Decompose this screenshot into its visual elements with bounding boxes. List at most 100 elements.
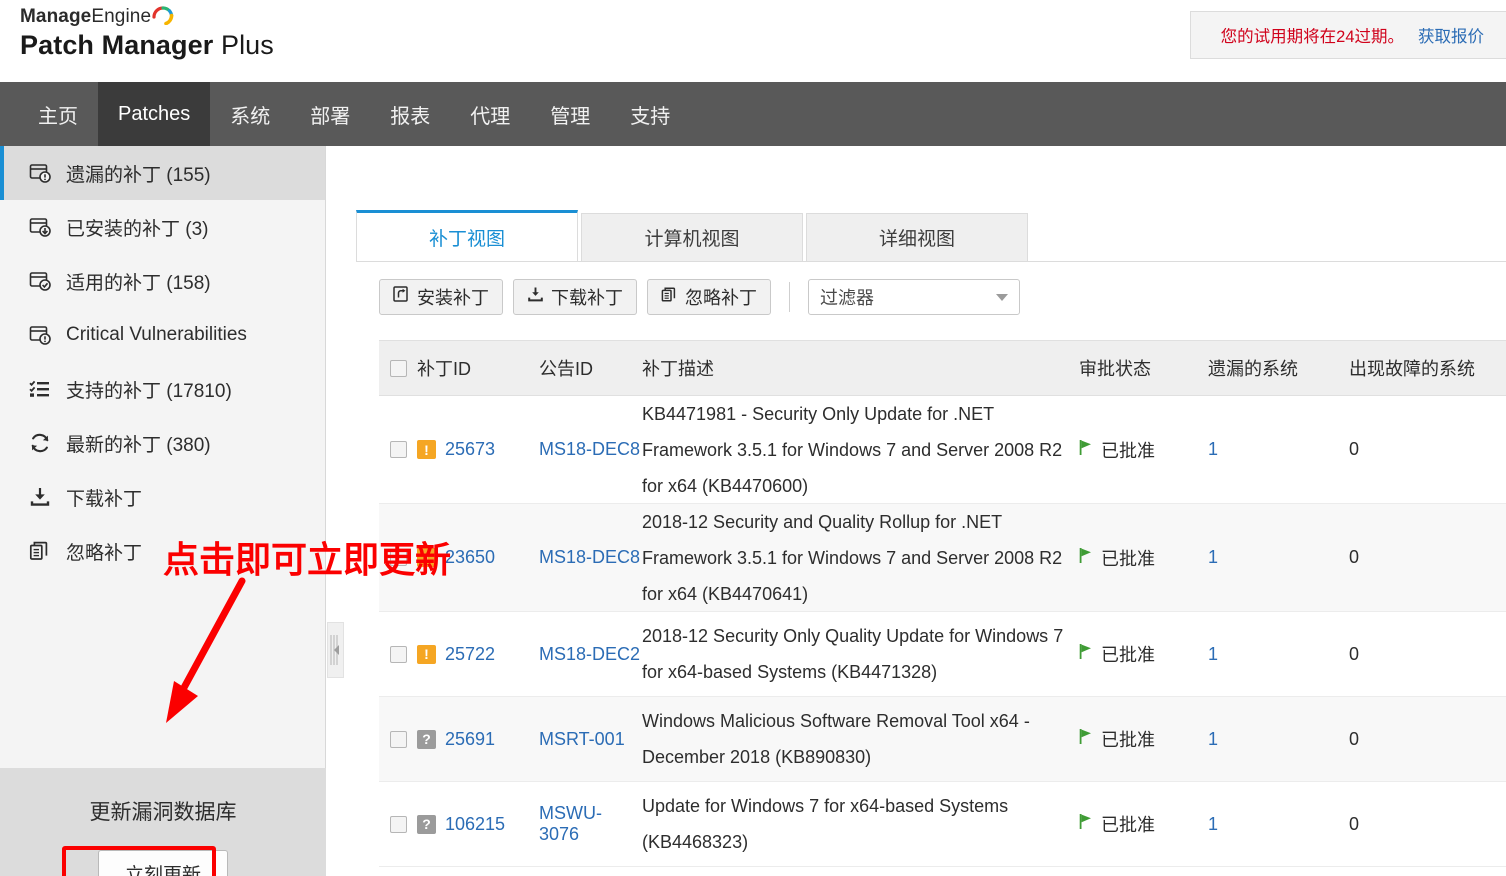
select-all-checkbox[interactable] [389,359,407,377]
window-check-icon [28,269,52,293]
sidebar-item-label: 支持的补丁 (17810) [66,380,232,402]
trial-message: 您的试用期将在24过期。 [1220,28,1404,46]
annotation-text: 点击即可立即更新 [163,539,452,580]
patch-id-link[interactable]: 25691 [445,729,495,750]
vendor-name-bold: Manage [20,6,92,27]
main-navbar: 主页 Patches 系统 部署 报表 代理 管理 支持 [0,82,1506,146]
missing-systems-link[interactable]: 1 [1208,644,1218,664]
missing-systems-link[interactable]: 1 [1208,814,1218,834]
tab-patch-view[interactable]: 补丁视图 [356,210,578,261]
sidebar-item-latest-patches[interactable]: 最新的补丁 (380) [0,416,325,470]
failed-systems-count: 0 [1349,547,1360,567]
download-patch-button[interactable]: 下载补丁 [513,279,637,315]
bulletin-id-link[interactable]: MS18-DEC8 [539,547,640,567]
patch-id-link[interactable]: 23650 [445,547,495,568]
nav-item-admin[interactable]: 管理 [530,82,610,146]
bulletin-id-link[interactable]: MS18-DEC2 [539,644,640,664]
download-patch-label: 下载补丁 [551,288,623,308]
nav-item-agent[interactable]: 代理 [450,82,530,146]
product-name: Patch Manager Plus [20,29,274,62]
missing-systems-link[interactable]: 1 [1208,547,1218,567]
approved-flag-icon [1079,547,1094,569]
failed-systems-count: 0 [1349,728,1360,749]
tab-computer-view[interactable]: 计算机视图 [581,213,803,261]
failed-systems-count: 0 [1349,439,1360,459]
nav-item-reports[interactable]: 报表 [370,82,450,146]
nav-item-patches[interactable]: Patches [98,82,211,146]
tabs-divider [356,261,1506,262]
severity-warning-icon: ! [417,440,436,459]
patch-description: Update for Windows 7 for x64-based Syste… [642,796,1009,852]
tab-detailed-view[interactable]: 详细视图 [806,213,1028,261]
patch-toolbar: 安装补丁 下载补丁 忽略补丁 过滤器 [379,279,1020,315]
bulletin-id-link[interactable]: MSWU-3076 [539,803,602,844]
nav-item-deployment[interactable]: 部署 [290,82,370,146]
refresh-icon [28,431,52,455]
table-row[interactable]: ? 25691 MSRT-001 Windows Malicious Softwa… [379,697,1506,782]
severity-unknown-icon: ? [417,814,436,834]
decline-patch-label: 忽略补丁 [685,288,757,308]
row-checkbox[interactable] [389,441,407,458]
table-row[interactable]: ? 106215 MSWU-3076 Update for Windows 7 f… [379,782,1506,867]
failed-systems-count: 0 [1349,643,1360,664]
approval-status-text: 已批准 [1101,730,1155,750]
table-row[interactable]: ! 25673 MS18-DEC8 KB4471981 - Security On… [379,396,1506,504]
update-now-button[interactable]: 立刻更新 [97,850,228,876]
get-quote-link[interactable]: 获取报价 [1418,23,1484,47]
missing-systems-link[interactable]: 1 [1208,729,1218,749]
sidebar-item-missing-patches[interactable]: 遗漏的补丁 (155) [0,146,325,200]
approved-flag-icon [1079,813,1094,835]
vulnerability-db-update-panel: 更新漏洞数据库 立刻更新 上次更新时间： 十二月 24, 2018 12:53 … [0,768,326,876]
sidebar-item-label: 适用的补丁 (158) [66,272,211,294]
vendor-name-light: Engine [91,6,152,27]
download-icon [28,485,52,509]
product-logo: ManageEngine Patch Manager Plus [20,6,274,62]
left-sidebar: 遗漏的补丁 (155) 已安装的补丁 (3) 适用的补丁 (158) Criti… [0,146,326,876]
filter-dropdown-label: 过滤器 [820,288,874,308]
patch-id-link[interactable]: 106215 [445,814,505,835]
sidebar-item-supported-patches[interactable]: 支持的补丁 (17810) [0,362,325,416]
table-row[interactable]: ! 23650 MS18-DEC8 2018-12 Security and Qu… [379,504,1506,612]
column-header-failed-systems: 出现故障的系统 [1349,359,1475,379]
bulletin-id-link[interactable]: MSRT-001 [539,729,625,749]
sidebar-item-critical-vulnerabilities[interactable]: Critical Vulnerabilities [0,308,325,362]
row-checkbox[interactable] [389,730,407,748]
vendor-name: ManageEngine [20,6,274,28]
row-checkbox[interactable] [389,645,407,663]
main-content: 补丁视图 计算机视图 详细视图 安装补丁 下载补丁 忽略补丁 过滤器 补丁ID … [345,146,1506,876]
patch-id-link[interactable]: 25722 [445,644,495,665]
bulletin-id-link[interactable]: MS18-DEC8 [539,439,640,459]
install-patch-label: 安装补丁 [417,288,489,308]
approved-flag-icon [1079,728,1094,750]
filter-dropdown[interactable]: 过滤器 [808,279,1020,315]
sidebar-item-label: Critical Vulnerabilities [66,324,247,345]
sidebar-item-label: 忽略补丁 [66,542,143,564]
nav-item-systems[interactable]: 系统 [210,82,290,146]
sidebar-item-applicable-patches[interactable]: 适用的补丁 (158) [0,254,325,308]
approval-status-text: 已批准 [1101,815,1155,835]
window-alert-icon [28,323,52,347]
nav-item-home[interactable]: 主页 [18,82,98,146]
download-patch-icon [527,286,544,308]
table-row[interactable]: ! 25722 MS18-DEC2 2018-12 Security Only Q… [379,612,1506,697]
approved-flag-icon [1079,643,1094,665]
sidebar-item-download-patches[interactable]: 下载补丁 [0,470,325,524]
decline-patch-button[interactable]: 忽略补丁 [647,279,771,315]
patches-table: 补丁ID 公告ID 补丁描述 审批状态 遗漏的系统 出现故障的系统 ! 25673… [379,340,1506,867]
patch-description: 2018-12 Security Only Quality Update for… [642,626,1064,682]
column-header-approval-status: 审批状态 [1079,359,1151,379]
install-patch-button[interactable]: 安装补丁 [379,279,503,315]
sidebar-item-installed-patches[interactable]: 已安装的补丁 (3) [0,200,325,254]
column-header-patch-id: 补丁ID [417,359,471,379]
severity-warning-icon: ! [417,644,436,664]
patch-id-link[interactable]: 25673 [445,439,495,460]
missing-systems-link[interactable]: 1 [1208,439,1218,459]
chevron-down-icon [996,293,1008,301]
trial-notice-banner: 您的试用期将在24过期。 获取报价 [1189,11,1506,59]
view-tabs: 补丁视图 计算机视图 详细视图 [356,210,1031,261]
patch-description: 2018-12 Security and Quality Rollup for … [642,511,1063,604]
nav-item-support[interactable]: 支持 [610,82,690,146]
sidebar-collapse-handle[interactable] [327,622,344,678]
row-checkbox[interactable] [389,815,407,833]
sidebar-item-label: 最新的补丁 (380) [66,434,211,456]
